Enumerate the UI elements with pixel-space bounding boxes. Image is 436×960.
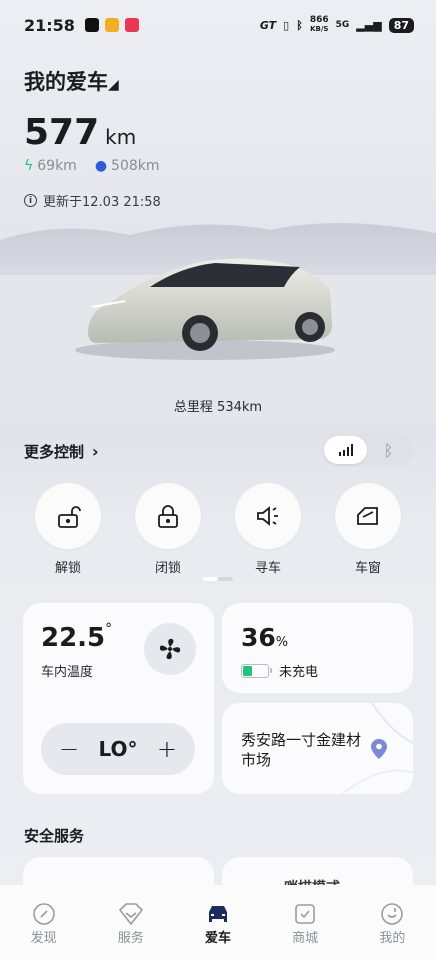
- location-address: 秀安路一寸金建材市场: [241, 731, 362, 769]
- tab-discover[interactable]: 发现: [14, 901, 74, 960]
- signal-icon: ▂▄▆: [356, 18, 382, 32]
- fan-button[interactable]: [144, 623, 196, 675]
- unlock-icon: [58, 506, 81, 528]
- status-bar: 21:58 GT ▯ ᛒ 866 KB/S 5G ▂▄▆ 87: [0, 0, 436, 50]
- total-range: 577 km: [24, 112, 136, 153]
- battery-status: 87: [388, 17, 414, 33]
- profile-icon: [381, 903, 404, 925]
- status-time: 21:58: [24, 15, 75, 35]
- window-button[interactable]: 车窗: [335, 483, 401, 576]
- range-unit: km: [105, 125, 137, 149]
- updated-time: i 更新于12.03 21:58: [24, 191, 161, 210]
- location-pin-icon: [371, 739, 387, 759]
- shop-icon: [295, 904, 315, 924]
- status-right: GT ▯ ᛒ 866 KB/S 5G ▂▄▆ 87: [260, 16, 414, 34]
- chevron-right-icon: ›: [92, 442, 99, 461]
- lightning-icon: ϟ: [24, 158, 34, 174]
- electric-range: ϟ 69km: [24, 158, 77, 174]
- tab-my-car[interactable]: 爱车: [188, 901, 248, 960]
- bluetooth-icon: ᛒ: [383, 440, 394, 460]
- window-icon: [357, 507, 378, 525]
- page-title: 我的爱车◢: [24, 70, 119, 94]
- range-value: 577: [24, 112, 100, 153]
- net-speed-value: 866: [309, 15, 329, 25]
- safety-services-title: 安全服务: [24, 827, 85, 845]
- cellular-signal-icon: [338, 444, 353, 456]
- connection-toggle[interactable]: ᛒ: [321, 433, 413, 467]
- climate-card[interactable]: 22.5° 车内温度 − LO° +: [23, 603, 214, 794]
- charging-status-label: 未充电: [279, 665, 319, 680]
- tab-profile-label: 我的: [379, 931, 406, 946]
- fuel-drop-icon: ●: [94, 158, 108, 174]
- bottom-tab-bar: 发现 服务 爱车 商城 我的: [0, 885, 436, 960]
- window-label: 车窗: [354, 561, 381, 576]
- battery-icon: [241, 663, 272, 678]
- odometer: 总里程 534km: [173, 400, 263, 415]
- net-speed: 866 KB/S: [310, 16, 329, 34]
- unlock-label: 解锁: [54, 561, 81, 576]
- page-indicator: [203, 577, 233, 581]
- page-indicator-active: [203, 577, 218, 581]
- tab-my-car-label: 爱车: [204, 931, 231, 946]
- sub-ranges: ϟ 69km ● 508km: [24, 158, 160, 174]
- unlock-button[interactable]: 解锁: [35, 483, 101, 576]
- service-icon: [118, 903, 143, 926]
- network-type: 5G: [335, 20, 350, 30]
- tab-shop[interactable]: 商城: [275, 901, 335, 960]
- cabin-temperature-label: 车内温度: [41, 665, 94, 680]
- find-car-label: 寻车: [254, 561, 281, 576]
- bluetooth-status-icon: ᛒ: [296, 18, 303, 32]
- info-icon: i: [24, 194, 37, 207]
- bluetooth-option[interactable]: ᛒ: [367, 436, 410, 464]
- tiktok-icon: [84, 18, 99, 32]
- tab-service-label: 服务: [117, 931, 144, 946]
- lock-label: 闭锁: [154, 561, 181, 576]
- lock-icon: [158, 505, 178, 528]
- updated-text: 更新于12.03 21:58: [43, 195, 161, 210]
- tab-service[interactable]: 服务: [101, 901, 161, 960]
- car-wheel-rear-rim: [302, 319, 318, 335]
- app-red-icon: [124, 18, 139, 32]
- battery-percent: 36%: [241, 623, 289, 652]
- carrier-badge: GT: [259, 18, 277, 32]
- tab-shop-label: 商城: [292, 931, 319, 946]
- tab-profile[interactable]: 我的: [362, 901, 422, 960]
- cabin-temperature: 22.5°: [41, 621, 113, 653]
- find-car-button[interactable]: 寻车: [235, 483, 301, 576]
- cellular-option[interactable]: [324, 436, 367, 464]
- more-controls-link[interactable]: 更多控制 ›: [24, 441, 99, 462]
- battery-card[interactable]: 36% 未充电: [222, 603, 413, 693]
- tab-discover-label: 发现: [30, 931, 57, 946]
- app-badge-icon: [104, 18, 119, 32]
- decrease-temp-button[interactable]: −: [59, 735, 79, 763]
- status-app-icons: [84, 18, 139, 32]
- increase-temp-button[interactable]: +: [157, 735, 177, 763]
- car-image[interactable]: [0, 215, 436, 425]
- fan-icon: [159, 638, 181, 660]
- compass-icon: [32, 903, 55, 925]
- horn-icon: [257, 506, 278, 526]
- lock-button[interactable]: 闭锁: [135, 483, 201, 576]
- more-controls-label: 更多控制: [24, 443, 85, 461]
- car-icon: [208, 906, 227, 922]
- temperature-stepper: − LO° +: [41, 723, 195, 775]
- location-card[interactable]: 秀安路一寸金建材市场: [222, 703, 413, 794]
- fuel-range: ● 508km: [94, 158, 160, 174]
- temp-setting: LO°: [98, 737, 138, 761]
- battery-fill: [243, 665, 252, 676]
- vibrate-icon: ▯: [283, 18, 290, 32]
- car-wheel-front-rim: [190, 323, 210, 343]
- charging-status: 未充电: [241, 661, 318, 680]
- net-speed-unit: KB/S: [310, 25, 329, 33]
